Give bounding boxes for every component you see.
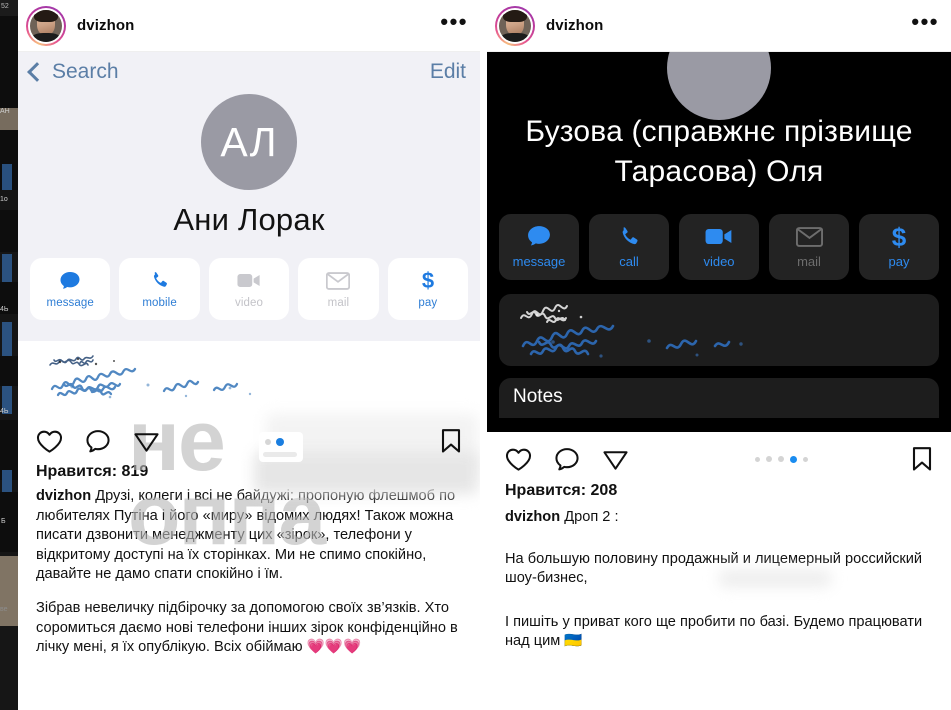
chevron-left-icon <box>27 62 47 82</box>
carousel-dot[interactable] <box>765 456 772 462</box>
comment-bubble-icon[interactable] <box>554 447 580 472</box>
redaction-blur-inline <box>719 569 831 587</box>
message-bubble-icon <box>59 270 81 292</box>
carousel-dot[interactable] <box>754 456 760 462</box>
right-instagram-post: dvizhon ••• Бузова (справжнє прізвище Та… <box>487 0 951 710</box>
right-post-username[interactable]: dvizhon <box>546 17 603 34</box>
heart-icon[interactable] <box>505 447 532 472</box>
envelope-icon <box>795 226 823 248</box>
left-instagram-post: dvizhon ••• Search Edit АЛ Ани Лорак mes… <box>18 0 480 710</box>
left-post-caption: dvizhon Друзі, колеги і всі не байдужі: … <box>18 481 480 658</box>
contact-action-video-dark[interactable]: video <box>679 214 759 280</box>
contact-action-row-dark: message call video mail $ pay <box>487 192 951 280</box>
carousel-dot[interactable] <box>802 456 808 462</box>
comment-bubble-icon[interactable] <box>85 429 111 454</box>
contact-action-mobile-label: mobile <box>142 296 177 309</box>
contact-action-mail-dark[interactable]: mail <box>769 214 849 280</box>
right-caption-paragraph-2: І пишіть у приват кого ще пробити по баз… <box>505 613 923 650</box>
contact-sheet-navbar: Search Edit <box>18 52 480 88</box>
background-screenshot-sliver: 52 АН 1о 4Ь 4Ь Б ве <box>0 0 18 710</box>
contact-monogram-avatar: АЛ <box>201 94 297 190</box>
contact-action-mobile[interactable]: mobile <box>119 258 200 320</box>
contact-action-row: message mobile video mail $ pay <box>18 238 480 320</box>
contact-action-call-label-dark: call <box>619 253 639 269</box>
contact-back-button[interactable]: Search <box>26 60 119 84</box>
screenshot-root: 52 АН 1о 4Ь 4Ь Б ве dvizhon ••• Search E… <box>0 0 951 710</box>
carousel-dot[interactable] <box>777 456 784 462</box>
paper-plane-icon[interactable] <box>602 447 629 472</box>
bookmark-icon[interactable] <box>440 428 462 454</box>
envelope-icon <box>326 270 351 292</box>
contact-action-message[interactable]: message <box>30 258 111 320</box>
contact-name: Ани Лорак <box>173 202 325 237</box>
svg-text:$: $ <box>892 224 907 249</box>
left-post-more-icon[interactable]: ••• <box>440 10 468 35</box>
contact-action-pay[interactable]: $ pay <box>387 258 469 320</box>
video-camera-icon <box>237 270 261 292</box>
bookmark-icon[interactable] <box>911 446 933 472</box>
right-post-more-icon[interactable]: ••• <box>911 10 939 35</box>
contact-action-mail[interactable]: mail <box>298 258 379 320</box>
carousel-dot-active[interactable] <box>789 455 797 463</box>
right-post-action-bar <box>487 432 951 486</box>
left-caption-username[interactable]: dvizhon <box>36 488 91 504</box>
contact-action-message-label-dark: message <box>512 253 566 269</box>
left-post-username[interactable]: dvizhon <box>77 17 134 34</box>
heart-icon[interactable] <box>36 429 63 454</box>
contact-action-video[interactable]: video <box>208 258 290 320</box>
contact-edit-button[interactable]: Edit <box>430 60 466 84</box>
contact-action-video-label-dark: video <box>703 253 735 269</box>
contact-action-pay-label: pay <box>418 296 438 309</box>
left-post-action-bar <box>18 415 480 467</box>
right-post-caption: dvizhon Дроп 2 : На большую половину про… <box>487 500 951 652</box>
left-contact-sheet: Search Edit АЛ Ани Лорак message mobile … <box>18 52 480 341</box>
contact-name-dark: Бузова (справжнє прізвище Тарасова) Оля <box>525 115 913 188</box>
left-profile-avatar[interactable] <box>26 5 66 46</box>
contact-action-message-dark[interactable]: message <box>499 214 579 280</box>
right-caption-paragraph-1: На большую половину продажный и лицемерн… <box>505 550 923 587</box>
contact-back-label: Search <box>52 60 119 83</box>
contact-action-pay-label-dark: pay <box>888 253 910 269</box>
left-post-header: dvizhon ••• <box>18 0 480 52</box>
contact-action-call-dark[interactable]: call <box>589 214 669 280</box>
carousel-page-indicator <box>651 455 911 463</box>
left-caption-text-1: Друзі, колеги і всі не байдужі: пропоную… <box>36 488 456 583</box>
right-post-header: dvizhon ••• <box>487 0 951 52</box>
contact-action-pay-dark[interactable]: $ pay <box>859 214 939 280</box>
right-caption-title-line: dvizhon Дроп 2 : <box>505 508 935 528</box>
right-contact-sheet: Бузова (справжнє прізвище Тарасова) Оля … <box>487 52 951 432</box>
right-profile-avatar[interactable] <box>495 5 535 46</box>
phone-icon <box>617 226 641 248</box>
contact-action-message-label: message <box>46 296 94 309</box>
contact-action-mail-label: mail <box>327 296 350 309</box>
paper-plane-icon[interactable] <box>133 429 160 454</box>
right-redacted-contact-scribble <box>499 294 939 366</box>
message-bubble-icon <box>526 226 552 248</box>
dollar-sign-icon: $ <box>420 269 436 292</box>
contact-action-video-label: video <box>235 296 264 309</box>
phone-icon <box>149 270 170 292</box>
contact-notes-section: Notes <box>499 378 939 418</box>
left-redacted-contact-scribble <box>18 341 480 415</box>
left-caption-paragraph-2: Зібрав невеличку підбірочку за допомогою… <box>36 599 458 656</box>
dollar-sign-icon: $ <box>890 224 908 249</box>
contact-action-mail-label-dark: mail <box>797 253 821 269</box>
video-camera-icon <box>705 226 733 248</box>
right-caption-username[interactable]: dvizhon <box>505 509 560 525</box>
right-caption-title: Дроп 2 : <box>564 509 619 525</box>
svg-text:$: $ <box>422 269 434 292</box>
left-caption-paragraph-1: dvizhon Друзі, колеги і всі не байдужі: … <box>36 487 466 585</box>
